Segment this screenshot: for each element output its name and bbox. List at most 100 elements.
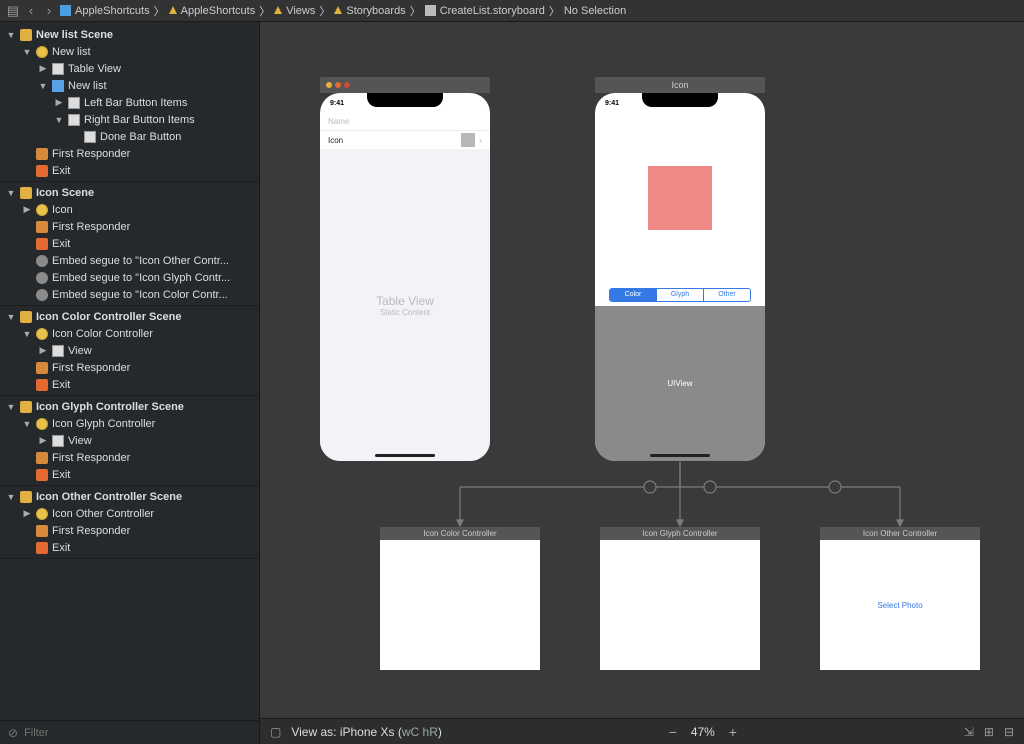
outline-item-icon bbox=[36, 255, 48, 267]
outline-row[interactable]: First Responder bbox=[0, 145, 259, 162]
outline-item-icon bbox=[36, 525, 48, 537]
crumb-folder[interactable]: Views bbox=[274, 5, 315, 17]
outline-row[interactable]: ▼Icon Glyph Controller bbox=[0, 415, 259, 432]
outline-row[interactable]: Embed segue to "Icon Color Contr... bbox=[0, 286, 259, 303]
zoom-out-button[interactable]: − bbox=[665, 724, 681, 740]
outline-item-icon bbox=[36, 204, 48, 216]
outline-row[interactable]: ▶Icon Other Controller bbox=[0, 505, 259, 522]
nav-forward-icon[interactable]: › bbox=[42, 3, 56, 18]
outline-item-icon bbox=[36, 542, 48, 554]
crumb-project[interactable]: AppleShortcuts bbox=[60, 5, 150, 17]
crumb-file[interactable]: CreateList.storyboard bbox=[425, 5, 545, 17]
scene-title-label[interactable]: Icon Glyph Controller bbox=[600, 527, 760, 540]
outline-filter: ⊘ bbox=[0, 720, 259, 744]
outline-row[interactable]: Exit bbox=[0, 235, 259, 252]
crumb-label: Storyboards bbox=[346, 5, 405, 17]
scene-icon bbox=[20, 401, 32, 413]
crumb-label: AppleShortcuts bbox=[181, 5, 256, 17]
outline-item-icon bbox=[36, 238, 48, 250]
select-photo-button[interactable]: Select Photo bbox=[820, 540, 980, 670]
outline-row[interactable]: Exit bbox=[0, 539, 259, 556]
storyboard-canvas[interactable]: 9:41 Name Icon › Table View Stati bbox=[260, 22, 1024, 718]
outline-row[interactable]: Exit bbox=[0, 162, 259, 179]
outline-item-icon bbox=[36, 469, 48, 481]
scene-title-label[interactable]: Icon Other Controller bbox=[820, 527, 980, 540]
outline-item-icon bbox=[36, 46, 48, 58]
device-config-icon[interactable]: ▢ bbox=[270, 725, 281, 739]
crumb-selection[interactable]: No Selection bbox=[564, 5, 626, 17]
outline-item-icon bbox=[52, 345, 64, 357]
child-view bbox=[600, 540, 760, 670]
outline-row[interactable]: ▼Right Bar Button Items bbox=[0, 111, 259, 128]
outline-row[interactable]: ▼Icon Color Controller bbox=[0, 325, 259, 342]
filter-input[interactable] bbox=[24, 727, 251, 739]
outline-row[interactable]: First Responder bbox=[0, 359, 259, 376]
view-as-label[interactable]: View as: iPhone Xs (wC hR) bbox=[291, 725, 442, 739]
folder-icon bbox=[334, 6, 342, 14]
scene-title-label[interactable]: Icon Color Controller bbox=[380, 527, 540, 540]
crumb-label: AppleShortcuts bbox=[75, 5, 150, 17]
outline-row[interactable]: ▶Icon bbox=[0, 201, 259, 218]
outline-item-icon bbox=[36, 418, 48, 430]
scene-icon-other-controller[interactable]: Icon Other Controller Select Photo bbox=[820, 527, 980, 670]
outline-scene-header[interactable]: ▼Icon Other Controller Scene bbox=[0, 488, 259, 505]
crumb-folder[interactable]: Storyboards bbox=[334, 5, 405, 17]
outline-row[interactable]: First Responder bbox=[0, 218, 259, 235]
outline-item-icon bbox=[68, 114, 80, 126]
scene-icon-color-controller[interactable]: Icon Color Controller bbox=[380, 527, 540, 670]
outline-item-icon bbox=[68, 97, 80, 109]
folder-icon bbox=[169, 6, 177, 14]
outline-item-icon bbox=[36, 289, 48, 301]
align-icon[interactable]: ⊞ bbox=[984, 725, 994, 739]
crumb-label: CreateList.storyboard bbox=[440, 5, 545, 17]
outline-item-icon bbox=[36, 452, 48, 464]
scene-icon bbox=[20, 187, 32, 199]
pin-icon[interactable]: ⊟ bbox=[1004, 725, 1014, 739]
outline-row[interactable]: Exit bbox=[0, 376, 259, 393]
related-items-icon[interactable]: ▤ bbox=[6, 3, 20, 19]
scene-icon-glyph-controller[interactable]: Icon Glyph Controller bbox=[600, 527, 760, 670]
document-outline: ▼New list Scene▼New list▶Table View▼New … bbox=[0, 22, 260, 744]
outline-row[interactable]: ▶Table View bbox=[0, 60, 259, 77]
outline-row[interactable]: Done Bar Button bbox=[0, 128, 259, 145]
outline-row[interactable]: Exit bbox=[0, 466, 259, 483]
outline-row[interactable]: ▼New list bbox=[0, 43, 259, 60]
outline-item-icon bbox=[52, 435, 64, 447]
zoom-in-button[interactable]: + bbox=[725, 724, 741, 740]
crumb-label: Views bbox=[286, 5, 315, 17]
outline-scene-header[interactable]: ▼Icon Glyph Controller Scene bbox=[0, 398, 259, 415]
outline-scene-header[interactable]: ▼Icon Color Controller Scene bbox=[0, 308, 259, 325]
storyboard-icon bbox=[425, 5, 436, 16]
outline-row[interactable]: ▶Left Bar Button Items bbox=[0, 94, 259, 111]
embed-in-icon[interactable]: ⇲ bbox=[964, 725, 974, 739]
outline-item-icon bbox=[52, 80, 64, 92]
scene-icon bbox=[20, 311, 32, 323]
outline-item-icon bbox=[36, 272, 48, 284]
scene-icon bbox=[20, 29, 32, 41]
child-view bbox=[380, 540, 540, 670]
outline-item-icon bbox=[36, 165, 48, 177]
zoom-level[interactable]: 47% bbox=[691, 725, 715, 739]
outline-row[interactable]: ▶View bbox=[0, 342, 259, 359]
outline-item-icon bbox=[36, 379, 48, 391]
crumb-label: No Selection bbox=[564, 5, 626, 17]
outline-scene-header[interactable]: ▼New list Scene bbox=[0, 26, 259, 43]
nav-back-icon[interactable]: ‹ bbox=[24, 3, 38, 18]
folder-icon bbox=[274, 6, 282, 14]
outline-item-icon bbox=[84, 131, 96, 143]
outline-row[interactable]: ▼New list bbox=[0, 77, 259, 94]
outline-item-icon bbox=[36, 328, 48, 340]
project-icon bbox=[60, 5, 71, 16]
outline-row[interactable]: Embed segue to "Icon Other Contr... bbox=[0, 252, 259, 269]
outline-row[interactable]: First Responder bbox=[0, 522, 259, 539]
canvas-bottom-bar: ▢ View as: iPhone Xs (wC hR) − 47% + ⇲ ⊞… bbox=[260, 718, 1024, 744]
outline-row[interactable]: First Responder bbox=[0, 449, 259, 466]
outline-item-icon bbox=[36, 362, 48, 374]
outline-row[interactable]: Embed segue to "Icon Glyph Contr... bbox=[0, 269, 259, 286]
outline-item-icon bbox=[52, 63, 64, 75]
outline-row[interactable]: ▶View bbox=[0, 432, 259, 449]
scene-icon bbox=[20, 491, 32, 503]
outline-scene-header[interactable]: ▼Icon Scene bbox=[0, 184, 259, 201]
outline-item-icon bbox=[36, 148, 48, 160]
crumb-folder[interactable]: AppleShortcuts bbox=[169, 5, 256, 17]
